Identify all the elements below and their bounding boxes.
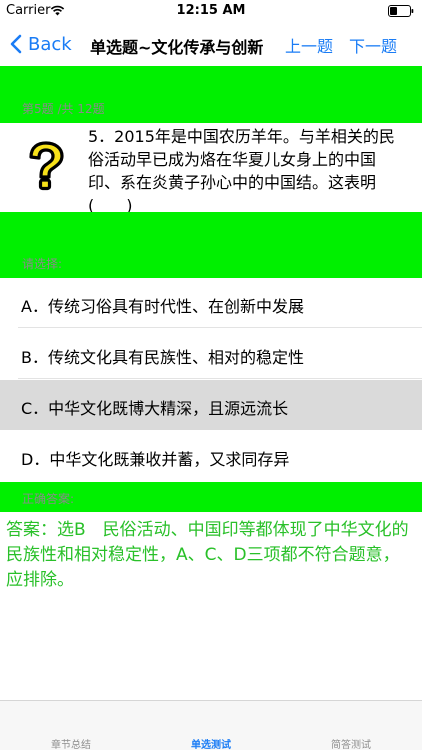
tab-short-answer-test[interactable]: 简答测试: [281, 736, 421, 750]
divider: [18, 327, 422, 328]
battery-icon: [388, 5, 414, 17]
option-c[interactable]: C．中华文化既博大精深，且源远流长: [0, 380, 422, 430]
tab-chapter-summary[interactable]: 章节总结: [1, 736, 141, 750]
divider: [18, 378, 422, 379]
status-time: 12:15 AM: [176, 3, 246, 18]
question-area: 5．2015年是中国农历羊年。与羊相关的民俗活动早已成为烙在华夏儿女身上的中国印…: [0, 123, 422, 215]
previous-question-button[interactable]: 上一题: [285, 33, 333, 57]
option-d[interactable]: D．中华文化既兼收并蓄，又求同存异: [0, 431, 422, 481]
answer-header-band: 正确答案:: [0, 482, 422, 512]
back-label: Back: [28, 33, 72, 55]
option-b[interactable]: B．传统文化具有民族性、相对的稳定性: [0, 329, 422, 379]
question-mark-icon: [29, 141, 64, 191]
answer-text: 答案：选B 民俗活动、中国印等都体现了中华文化的民族性和相对稳定性，A、C、D三…: [6, 520, 409, 590]
status-bar: Carrier 12:15 AM: [0, 0, 422, 22]
option-b-label: B．传统文化具有民族性、相对的稳定性: [21, 348, 304, 367]
next-question-button[interactable]: 下一题: [349, 33, 397, 57]
options-header: 请选择:: [22, 257, 63, 271]
navigation-bar: Back 单选题~文化传承与创新 上一题 下一题: [0, 22, 422, 66]
question-progress-band: 第5题 /共 12题: [0, 66, 422, 123]
back-button[interactable]: Back: [10, 30, 72, 58]
question-progress: 第5题 /共 12题: [22, 102, 105, 116]
answer-header: 正确答案:: [22, 492, 75, 506]
tab-bar: 章节总结 单选测试 简答测试: [0, 700, 422, 750]
tab-single-choice-test[interactable]: 单选测试: [141, 736, 281, 750]
chevron-left-icon: [10, 34, 22, 54]
options-header-band: 请选择:: [0, 212, 422, 278]
option-d-label: D．中华文化既兼收并蓄，又求同存异: [21, 450, 290, 469]
option-c-label: C．中华文化既博大精深，且源远流长: [21, 399, 289, 418]
question-text: 5．2015年是中国农历羊年。与羊相关的民俗活动早已成为烙在华夏儿女身上的中国印…: [88, 127, 395, 215]
option-a[interactable]: A．传统习俗具有时代性、在创新中发展: [0, 278, 422, 328]
page-title: 单选题~文化传承与创新: [90, 38, 264, 57]
option-a-label: A．传统习俗具有时代性、在创新中发展: [21, 297, 304, 316]
